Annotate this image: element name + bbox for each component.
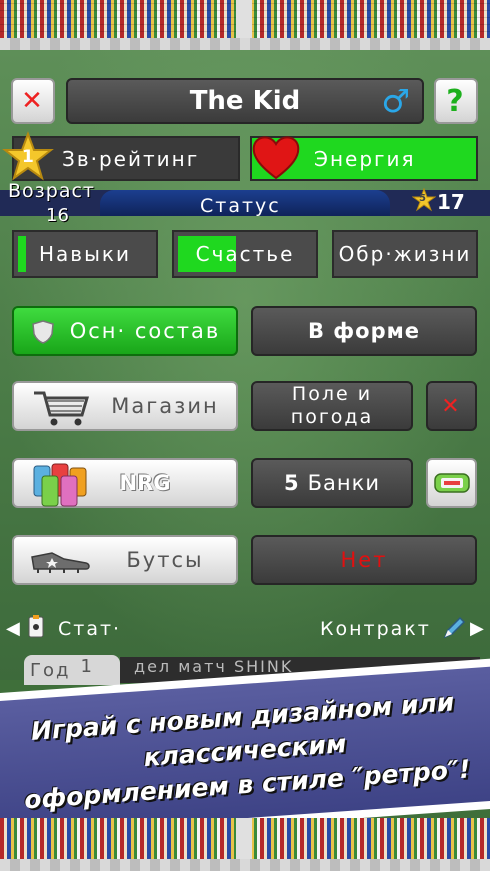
- boots-status-button[interactable]: Нет: [251, 535, 477, 585]
- help-button[interactable]: ?: [434, 78, 478, 124]
- stars-value: 17: [437, 190, 465, 214]
- boots-button[interactable]: Бутсы: [12, 535, 238, 585]
- cans-count: 5: [284, 471, 300, 495]
- year-tab[interactable]: Год 1: [24, 655, 120, 685]
- promo-banner: Играй с новым дизайном или классическим …: [0, 658, 490, 844]
- shopping-cart-icon: [34, 391, 90, 426]
- shield-icon: [32, 320, 54, 344]
- gender-male-icon: ♂: [381, 82, 410, 120]
- cans-label: Банки: [307, 471, 380, 495]
- skills-fill: [18, 236, 26, 272]
- tab-lifestyle[interactable]: Обр·жизни: [332, 230, 478, 278]
- pitch-weather-button[interactable]: Поле и погода: [251, 381, 413, 431]
- tab-lifestyle-label: Обр·жизни: [338, 242, 472, 266]
- age-value: 16: [46, 205, 69, 226]
- tab-happiness-label: Счастье: [195, 242, 295, 266]
- squad-button[interactable]: Осн· состав: [12, 306, 238, 356]
- age-label: Возраст: [8, 180, 95, 202]
- next-arrow-icon[interactable]: ▶: [470, 618, 486, 639]
- energy-label: Энергия: [314, 146, 416, 171]
- close-icon: ✕: [21, 86, 45, 116]
- player-name-bar: The Kid ♂: [66, 78, 424, 124]
- prev-arrow-icon[interactable]: ◀: [6, 618, 22, 639]
- pitch-weather-line2: погода: [290, 406, 374, 428]
- crowd-top-banner: [0, 0, 490, 50]
- shop-label: Магазин: [111, 394, 219, 418]
- year-value: 1: [80, 655, 94, 677]
- cancel-icon: ✕: [441, 393, 462, 419]
- star-rating-label: Зв·рейтинг: [62, 146, 200, 171]
- pitch-weather-cancel-button[interactable]: ✕: [426, 381, 477, 431]
- football-boot-icon: [31, 552, 90, 573]
- stars-badge: 5: [419, 193, 426, 204]
- drink-can-button[interactable]: [426, 458, 477, 508]
- squad-label: Осн· состав: [69, 319, 221, 343]
- drink-can-icon: [433, 473, 470, 493]
- cans-button[interactable]: 5 Банки: [251, 458, 413, 508]
- clipboard-icon: [28, 615, 44, 638]
- pen-icon: [443, 616, 466, 639]
- tab-skills-label: Навыки: [39, 242, 131, 266]
- nrg-label: NRG: [119, 471, 171, 495]
- contract-link[interactable]: Контракт: [320, 618, 431, 640]
- energy-drink-cans-icon: [33, 463, 87, 507]
- close-button[interactable]: ✕: [11, 78, 55, 124]
- tab-happiness[interactable]: Счастье: [172, 230, 318, 278]
- status-label: Статус: [200, 195, 281, 217]
- boots-status-label: Нет: [340, 548, 388, 572]
- stats-link[interactable]: Стат·: [58, 618, 121, 640]
- heart-icon: [252, 136, 300, 180]
- form-button[interactable]: В форме: [251, 306, 477, 356]
- tab-skills[interactable]: Навыки: [12, 230, 158, 278]
- form-label: В форме: [307, 319, 421, 343]
- player-name: The Kid: [189, 86, 301, 116]
- nrg-button[interactable]: NRG: [12, 458, 238, 508]
- boots-label: Бутсы: [126, 548, 204, 572]
- help-icon: ?: [446, 83, 466, 119]
- star-rating-level: 1: [22, 147, 34, 167]
- year-label: Год: [30, 659, 71, 681]
- shop-button[interactable]: Магазин: [12, 381, 238, 431]
- pitch-weather-line1: Поле и: [291, 383, 373, 405]
- crowd-bottom-banner: [0, 818, 490, 871]
- footer-nav: ◀ Стат· Контракт ▶: [0, 610, 490, 650]
